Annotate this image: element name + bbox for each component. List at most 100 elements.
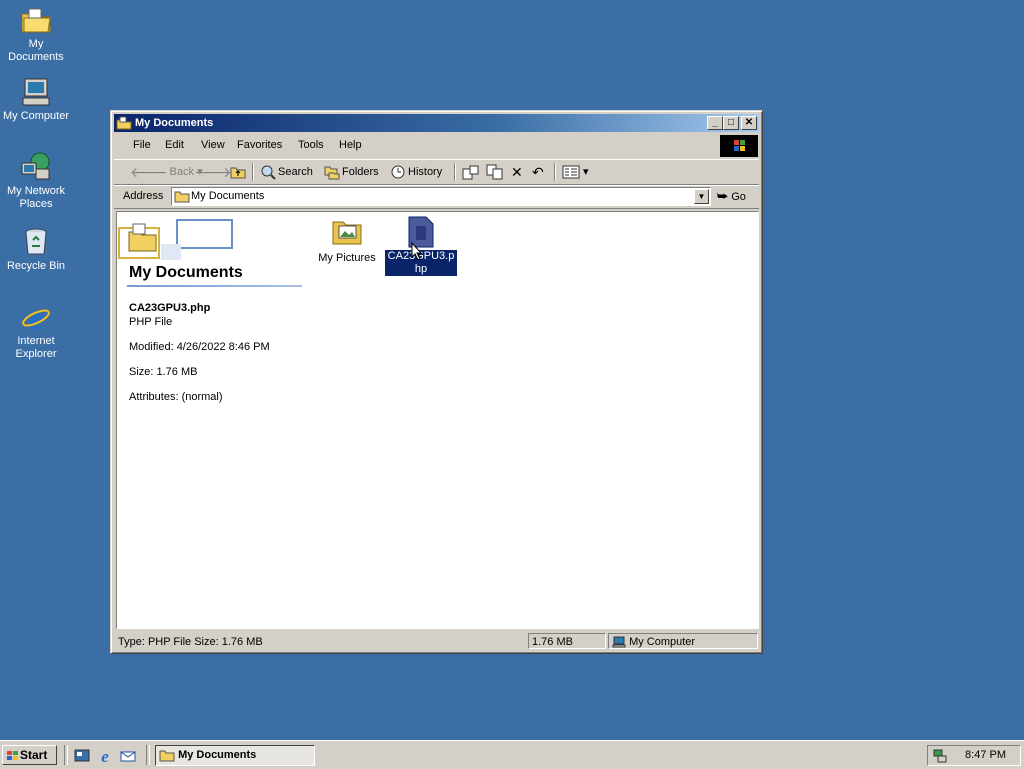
address-value: My Documents bbox=[191, 190, 265, 202]
internet-explorer-icon: e bbox=[22, 301, 50, 333]
move-to-button[interactable] bbox=[462, 163, 480, 181]
folder-icon bbox=[174, 191, 190, 203]
start-label: Start bbox=[20, 748, 48, 762]
go-arrow-icon: ⮩ bbox=[717, 189, 729, 203]
title-bar[interactable]: My Documents _ □ ✕ bbox=[114, 114, 759, 132]
window-title: My Documents bbox=[135, 117, 214, 129]
up-folder-button[interactable] bbox=[230, 163, 246, 181]
explorer-window[interactable]: My Documents _ □ ✕ File Edit View Favori… bbox=[110, 110, 763, 654]
close-button[interactable]: ✕ bbox=[741, 116, 757, 130]
folder-icon bbox=[116, 116, 132, 130]
webview-divider bbox=[127, 285, 302, 287]
desktop-icon-label: Recycle Bin bbox=[6, 260, 66, 272]
computer-icon bbox=[612, 636, 626, 648]
desktop-icon-my-network-places[interactable]: My Network Places bbox=[0, 151, 72, 211]
search-icon bbox=[261, 165, 276, 180]
history-button[interactable]: History bbox=[390, 163, 442, 181]
svg-text:e: e bbox=[29, 301, 43, 333]
menu-file[interactable]: File bbox=[133, 139, 151, 151]
taskbar-button-my-documents[interactable]: My Documents bbox=[155, 745, 315, 766]
history-label: History bbox=[408, 166, 443, 178]
address-input[interactable]: My Documents ▼ bbox=[171, 187, 711, 206]
desktop-icon-internet-explorer[interactable]: e Internet Explorer bbox=[0, 301, 72, 361]
folder-icon bbox=[21, 8, 51, 33]
clock[interactable]: 8:47 PM bbox=[965, 749, 1006, 761]
copy-to-icon bbox=[486, 164, 503, 180]
folders-button[interactable]: Folders bbox=[324, 163, 379, 181]
details-modified: Modified: 4/26/2022 8:46 PM bbox=[129, 341, 270, 353]
minimize-button[interactable]: _ bbox=[707, 116, 723, 130]
network-tray-icon[interactable] bbox=[932, 748, 948, 764]
history-icon bbox=[391, 165, 405, 179]
status-size-text: 1.76 MB bbox=[532, 636, 573, 648]
address-dropdown-button[interactable]: ▼ bbox=[694, 189, 709, 204]
menu-edit[interactable]: Edit bbox=[165, 139, 184, 151]
views-icon bbox=[562, 165, 580, 179]
webview-header-graphic bbox=[118, 219, 233, 260]
status-size: 1.76 MB bbox=[528, 633, 606, 649]
move-to-icon bbox=[462, 165, 479, 180]
back-label: Back bbox=[169, 166, 195, 178]
details-file-type: PHP File bbox=[129, 316, 173, 328]
status-zone-text: My Computer bbox=[629, 636, 696, 648]
views-button[interactable]: ▾ bbox=[562, 163, 589, 181]
folders-label: Folders bbox=[342, 166, 379, 178]
desktop-icon-label: Internet Explorer bbox=[15, 335, 57, 360]
up-folder-icon bbox=[230, 167, 246, 179]
back-arrow-icon: 🡐 bbox=[130, 164, 168, 181]
item-label: My Pictures bbox=[318, 252, 376, 264]
network-places-icon bbox=[21, 152, 50, 180]
show-desktop-icon[interactable] bbox=[74, 748, 90, 764]
menu-help[interactable]: Help bbox=[339, 139, 362, 151]
menu-tools[interactable]: Tools bbox=[298, 139, 324, 151]
maximize-button[interactable]: □ bbox=[723, 116, 739, 130]
undo-button[interactable]: ↶ bbox=[532, 163, 544, 181]
search-button[interactable]: Search bbox=[260, 163, 313, 181]
toolbar-separator bbox=[252, 163, 254, 181]
desktop-icon-label: My Computer bbox=[2, 110, 70, 122]
back-button[interactable]: 🡐 Back ▾ bbox=[130, 163, 203, 181]
svg-text:e: e bbox=[101, 748, 109, 764]
desktop-icon-label: My Network Places bbox=[6, 185, 66, 210]
windows-logo-icon bbox=[7, 750, 18, 760]
menu-bar: File Edit View Favorites Tools Help bbox=[114, 135, 714, 155]
internet-explorer-icon[interactable]: e bbox=[97, 748, 113, 764]
task-label: My Documents bbox=[178, 749, 257, 761]
folders-icon bbox=[324, 166, 340, 180]
delete-button[interactable]: ✕ bbox=[511, 163, 523, 181]
go-label: Go bbox=[731, 191, 746, 203]
forward-arrow-icon: 🡒 bbox=[194, 164, 232, 181]
status-zone: My Computer bbox=[608, 633, 758, 649]
outlook-express-icon[interactable] bbox=[120, 748, 136, 764]
task-separator bbox=[146, 745, 150, 765]
my-pictures-folder-icon bbox=[332, 221, 362, 245]
status-info: Type: PHP File Size: 1.76 MB bbox=[114, 633, 526, 649]
list-item[interactable]: My Pictures bbox=[312, 216, 382, 264]
computer-icon bbox=[22, 78, 50, 106]
desktop-icon-my-computer[interactable]: My Computer bbox=[0, 76, 72, 123]
windows-logo-icon bbox=[734, 140, 745, 151]
status-info-text: Type: PHP File Size: 1.76 MB bbox=[118, 636, 263, 648]
folder-view[interactable]: My Documents CA23GPU3.php PHP File Modif… bbox=[116, 211, 759, 629]
menu-favorites[interactable]: Favorites bbox=[237, 139, 282, 151]
webview-heading: My Documents bbox=[129, 264, 243, 281]
windows-logo-throbber bbox=[720, 135, 758, 157]
undo-icon: ↶ bbox=[532, 164, 544, 180]
recycle-bin-icon bbox=[25, 228, 47, 255]
desktop-icon-recycle-bin[interactable]: Recycle Bin bbox=[0, 226, 72, 273]
details-size: Size: 1.76 MB bbox=[129, 366, 198, 378]
copy-to-button[interactable] bbox=[486, 163, 504, 181]
mouse-cursor-icon bbox=[411, 242, 423, 260]
menu-view[interactable]: View bbox=[201, 139, 225, 151]
go-button[interactable]: ⮩ Go bbox=[717, 189, 746, 204]
status-bar: Type: PHP File Size: 1.76 MB 1.76 MB My … bbox=[114, 632, 759, 650]
address-label: Address bbox=[123, 190, 164, 202]
delete-icon: ✕ bbox=[511, 164, 523, 180]
folder-icon bbox=[159, 750, 175, 762]
desktop-icon-my-documents[interactable]: My Documents bbox=[0, 4, 72, 64]
start-button[interactable]: Start bbox=[2, 745, 57, 765]
quick-launch-separator bbox=[64, 745, 68, 765]
webview-panel: My Documents CA23GPU3.php PHP File Modif… bbox=[117, 212, 302, 612]
taskbar: Start e My Documents 8:47 PM bbox=[0, 740, 1024, 769]
toolbar-separator bbox=[454, 163, 456, 181]
